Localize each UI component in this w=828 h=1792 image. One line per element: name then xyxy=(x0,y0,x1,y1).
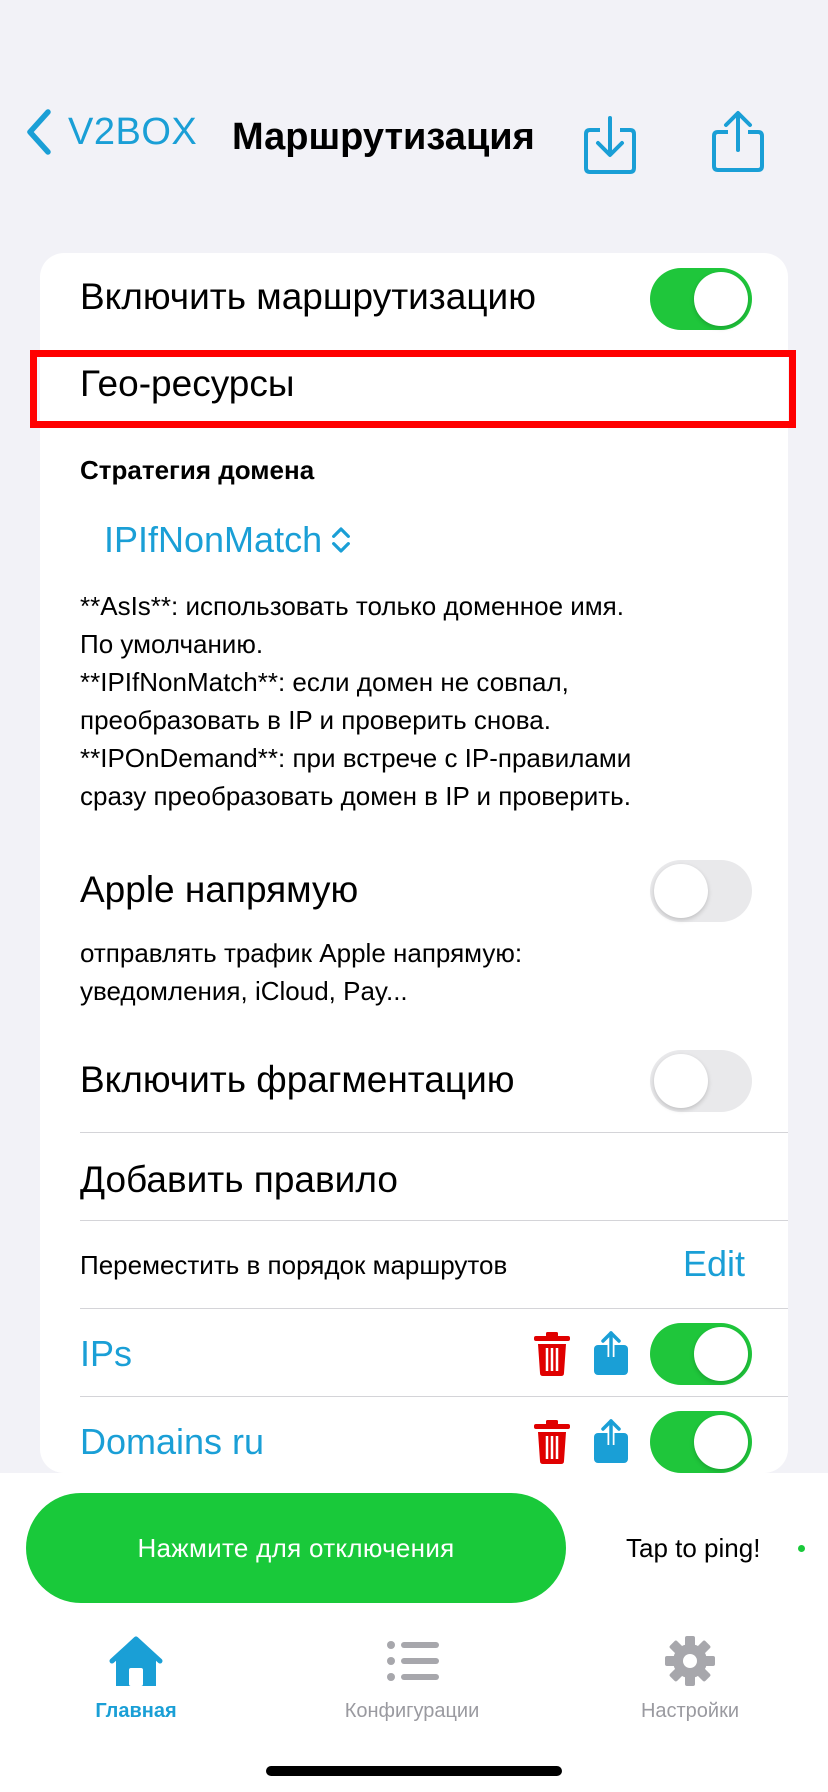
share-rule-icon[interactable] xyxy=(592,1417,630,1465)
highlight-annotation xyxy=(30,350,796,428)
divider xyxy=(80,1220,788,1221)
apple-direct-toggle[interactable] xyxy=(650,860,752,922)
status-dot xyxy=(798,1545,805,1552)
back-button[interactable]: V2BOX xyxy=(24,108,197,156)
share-rule-icon[interactable] xyxy=(592,1329,630,1377)
tab-configurations[interactable]: Конфигурации xyxy=(312,1634,512,1723)
house-icon xyxy=(109,1636,163,1686)
gear-icon xyxy=(665,1636,715,1686)
divider xyxy=(80,1132,788,1133)
enable-routing-toggle[interactable] xyxy=(650,268,752,330)
divider xyxy=(80,1396,788,1397)
disconnect-button[interactable]: Нажмите для отключения xyxy=(26,1493,566,1603)
tab-home[interactable]: Главная xyxy=(36,1634,236,1723)
tab-home-label: Главная xyxy=(95,1700,177,1722)
trash-icon[interactable] xyxy=(532,1331,572,1377)
home-indicator xyxy=(266,1766,562,1776)
share-icon xyxy=(712,111,764,172)
chevron-up-down-icon xyxy=(332,527,351,553)
ping-button[interactable]: Tap to ping! xyxy=(626,1533,760,1564)
add-rule-button[interactable]: Добавить правило xyxy=(80,1159,398,1201)
divider xyxy=(80,1308,788,1309)
apple-direct-description: отправлять трафик Apple напрямую: уведом… xyxy=(80,938,523,1006)
back-label: V2BOX xyxy=(68,110,198,153)
list-icon xyxy=(387,1641,439,1681)
domain-strategy-value: IPIfNonMatch xyxy=(104,519,323,560)
rule-toggle[interactable] xyxy=(650,1323,752,1385)
fragmentation-label: Включить фрагментацию xyxy=(80,1059,515,1100)
toggle-knob xyxy=(654,1054,708,1108)
toggle-knob xyxy=(654,864,708,918)
toggle-knob xyxy=(694,1327,748,1381)
chevron-left-icon xyxy=(27,109,51,155)
edit-button[interactable]: Edit xyxy=(683,1243,745,1285)
share-button[interactable] xyxy=(708,108,768,172)
rule-name[interactable]: IPs xyxy=(80,1333,132,1375)
trash-icon[interactable] xyxy=(532,1419,572,1465)
page-title: Маршрутизация xyxy=(232,116,535,158)
rule-toggle[interactable] xyxy=(650,1411,752,1473)
apple-direct-label: Apple напрямую xyxy=(80,869,359,910)
reorder-label: Переместить в порядок маршрутов xyxy=(80,1250,508,1280)
download-icon xyxy=(584,116,636,174)
toggle-knob xyxy=(694,272,748,326)
rule-name[interactable]: Domains ru xyxy=(80,1421,264,1463)
domain-strategy-picker[interactable]: IPIfNonMatch xyxy=(104,519,352,561)
domain-strategy-label: Стратегия домена xyxy=(80,455,315,485)
routing-settings-card: Включить маршрутизацию Гео-ресурсы Страт… xyxy=(40,253,788,1473)
enable-routing-label: Включить маршрутизацию xyxy=(80,276,536,317)
tab-settings-label: Настройки xyxy=(640,1700,740,1722)
import-button[interactable] xyxy=(580,112,640,176)
fragmentation-toggle[interactable] xyxy=(650,1050,752,1112)
tab-configurations-label: Конфигурации xyxy=(344,1700,480,1722)
toggle-knob xyxy=(694,1415,748,1469)
tab-settings[interactable]: Настройки xyxy=(590,1634,790,1723)
domain-strategy-description: **AsIs**: использовать только доменное и… xyxy=(80,591,632,811)
